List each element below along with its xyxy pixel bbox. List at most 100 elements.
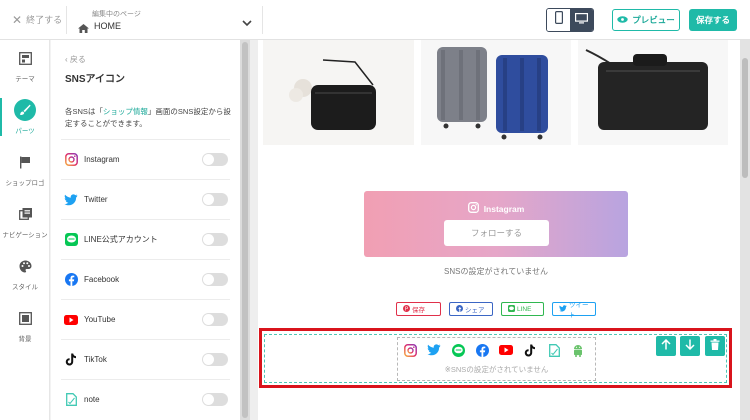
palette-icon [14, 255, 36, 277]
line-share-button[interactable]: LINE [501, 302, 544, 316]
delete-button[interactable] [705, 336, 725, 356]
sns-name: Facebook [84, 275, 120, 284]
navigation-icon [14, 203, 36, 225]
rail-item-parts[interactable]: パーツ [0, 92, 50, 142]
arrow-up-icon [661, 337, 671, 355]
rail-item-background[interactable]: 背景 [0, 300, 50, 350]
flag-icon [14, 151, 36, 173]
twitter-label: ツイート [569, 302, 589, 319]
sns-row-instagram: Instagram [61, 139, 230, 179]
top-toolbar: ✕ 終了する 編集中のページ HOME プレビュー 保存する [0, 0, 750, 40]
twitter-icon[interactable] [426, 342, 442, 358]
device-toggle [546, 8, 594, 32]
page-selector-caption: 編集中のページ [92, 11, 141, 18]
sns-name: TikTok [84, 355, 107, 364]
page-selector-value: HOME [94, 21, 121, 31]
sns-row-tiktok: TikTok [61, 339, 230, 379]
background-icon [14, 307, 36, 329]
pinterest-icon: P [403, 304, 410, 314]
rail-item-label: テーマ [15, 76, 35, 83]
sns-icon-row [402, 342, 586, 358]
tiktok-icon [64, 353, 78, 367]
sns-not-set-note: ※SNSの設定がされていません [444, 365, 549, 374]
mobile-view-button[interactable] [547, 9, 570, 31]
panel-title: SNSアイコン [65, 74, 126, 85]
exit-button[interactable]: ✕ 終了する [12, 13, 62, 26]
android-icon[interactable] [570, 342, 586, 358]
scrollbar-thumb[interactable] [242, 42, 248, 418]
follow-button[interactable]: フォローする [444, 220, 549, 246]
pinterest-save-button[interactable]: P 保存 [396, 302, 441, 316]
facebook-toggle[interactable] [202, 273, 228, 286]
line-label: LINE [517, 305, 532, 313]
sns-row-youtube: YouTube [61, 299, 230, 339]
back-label: 戻る [69, 55, 86, 64]
instagram-icon[interactable] [402, 342, 418, 358]
share-buttons: P 保存 シェア LINE ツイート [396, 302, 596, 319]
line-toggle[interactable] [202, 233, 228, 246]
panel-description: 各SNSは「ショップ情報」画面のSNS設定から設定することができます。 [65, 106, 233, 130]
facebook-icon [64, 273, 78, 287]
page-selector[interactable]: 編集中のページ HOME [78, 8, 254, 33]
sns-row-twitter: Twitter [61, 179, 230, 219]
sns-row-note: note [61, 379, 230, 419]
facebook-icon [456, 304, 463, 314]
move-down-button[interactable] [680, 336, 700, 356]
note-icon[interactable] [546, 342, 562, 358]
instagram-title: Instagram [483, 203, 525, 214]
youtube-toggle[interactable] [202, 313, 228, 326]
facebook-label: シェア [465, 307, 485, 314]
smartphone-icon [554, 11, 563, 29]
save-button[interactable]: 保存する [689, 9, 737, 31]
home-icon [78, 20, 89, 38]
move-up-button[interactable] [656, 336, 676, 356]
facebook-icon[interactable] [474, 342, 490, 358]
youtube-icon[interactable] [498, 342, 514, 358]
preview-label: プレビュー [632, 15, 675, 25]
panel-scrollbar[interactable] [240, 40, 250, 420]
rail-item-navigation[interactable]: ナビゲーション [0, 196, 50, 246]
sns-name: LINE公式アカウント [84, 235, 158, 244]
sns-row-line: LINE公式アカウント [61, 219, 230, 259]
exit-label: 終了する [26, 15, 63, 25]
tiktok-icon[interactable] [522, 342, 538, 358]
rail-item-label: パーツ [15, 128, 35, 135]
rail-item-label: ショップロゴ [5, 180, 45, 187]
line-icon[interactable] [450, 342, 466, 358]
instagram-icon [64, 153, 78, 167]
preview-button[interactable]: プレビュー [612, 9, 680, 31]
eye-icon [617, 15, 628, 25]
youtube-icon [64, 313, 78, 327]
note-toggle[interactable] [202, 393, 228, 406]
pinterest-label: 保存 [412, 307, 425, 314]
twitter-toggle[interactable] [202, 193, 228, 206]
desktop-view-button[interactable] [570, 9, 593, 31]
sns-name: YouTube [84, 315, 116, 324]
settings-panel: ‹ 戻る SNSアイコン 各SNSは「ショップ情報」画面のSNS設定から設定する… [51, 40, 240, 420]
sns-row-facebook: Facebook [61, 259, 230, 299]
rail-item-label: ナビゲーション [2, 232, 48, 239]
rail-item-style[interactable]: スタイル [0, 248, 50, 298]
tiktok-toggle[interactable] [202, 353, 228, 366]
chevron-down-icon [242, 14, 252, 32]
instagram-toggle[interactable] [202, 153, 228, 166]
canvas-scrollbar[interactable] [740, 40, 750, 420]
rail-item-label: 背景 [18, 336, 32, 343]
rail-item-theme[interactable]: テーマ [0, 40, 50, 90]
twitter-tweet-button[interactable]: ツイート [552, 302, 596, 319]
arrow-down-icon [685, 337, 695, 355]
instagram-icon [467, 202, 479, 215]
instagram-not-set-note: SNSの設定がされていません [444, 267, 548, 276]
twitter-icon [64, 193, 78, 207]
icon-rail: テーマ パーツ ショップロゴ ナビゲーション スタイル 背景 [0, 40, 50, 420]
facebook-share-button[interactable]: シェア [449, 302, 493, 316]
rail-item-label: スタイル [12, 284, 38, 291]
back-link[interactable]: ‹ 戻る [65, 54, 86, 65]
rail-item-shop-logo[interactable]: ショップロゴ [0, 144, 50, 194]
line-icon [64, 233, 78, 247]
scrollbar-thumb[interactable] [742, 58, 748, 178]
layout-icon [14, 47, 36, 69]
shop-info-link[interactable]: ショップ情報 [103, 107, 148, 116]
instagram-card-title: Instagram [364, 202, 628, 215]
brush-icon [14, 99, 36, 121]
